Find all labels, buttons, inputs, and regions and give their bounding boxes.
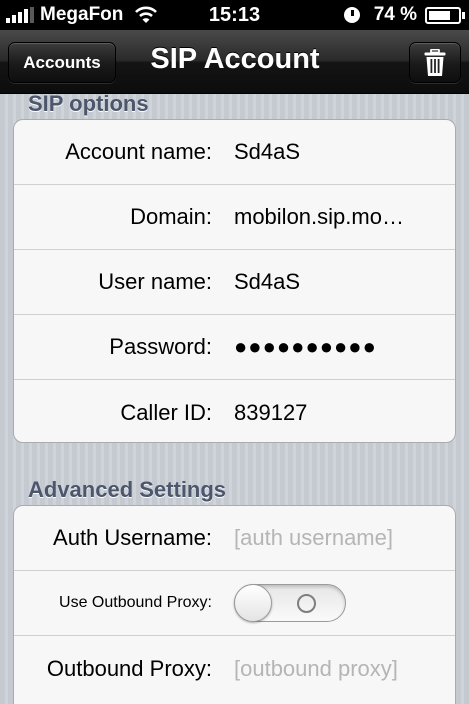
auth-username-row[interactable]: Auth Username: [auth username] [14, 506, 455, 571]
battery-fill [429, 10, 450, 20]
toggle-knob [234, 584, 272, 622]
account-name-row[interactable]: Account name: Sd4aS [14, 120, 455, 185]
toggle-off-icon [297, 594, 316, 613]
sip-options-header: SIP options [28, 91, 149, 116]
advanced-settings-header: Advanced Settings [28, 477, 227, 502]
user-name-row[interactable]: User name: Sd4aS [14, 250, 455, 315]
password-field[interactable]: ●●●●●●●●●● [234, 334, 434, 360]
navigation-bar: Accounts SIP Account [0, 30, 469, 94]
alarm-icon [343, 7, 360, 23]
account-name-field[interactable]: Sd4aS [234, 139, 434, 165]
caller-id-field[interactable]: 839127 [234, 400, 434, 426]
password-label: Password: [109, 334, 212, 359]
status-bar: MegaFon 15:13 74 % [0, 0, 469, 30]
caller-id-row[interactable]: Caller ID: 839127 [14, 380, 455, 442]
delete-account-button[interactable] [409, 42, 461, 83]
battery-icon [425, 6, 465, 24]
auth-username-label: Auth Username: [53, 525, 212, 550]
user-name-label: User name: [98, 269, 212, 294]
status-right: 74 % [343, 4, 465, 26]
domain-row[interactable]: Domain: mobilon.sip.mo… [14, 185, 455, 250]
battery-percent: 74 % [373, 4, 417, 25]
page-title: SIP Account [150, 43, 320, 75]
use-outbound-proxy-toggle[interactable] [234, 584, 346, 622]
use-outbound-proxy-label: Use Outbound Proxy: [59, 594, 212, 611]
use-outbound-proxy-row: Use Outbound Proxy: [14, 571, 455, 636]
outbound-proxy-row[interactable]: Outbound Proxy: [outbound proxy] [14, 636, 455, 701]
advanced-settings-group: Auth Username: [auth username] Use Outbo… [13, 505, 456, 704]
caller-id-label: Caller ID: [120, 399, 212, 425]
trash-icon [424, 48, 446, 76]
accounts-back-button[interactable]: Accounts [8, 42, 116, 83]
domain-field[interactable]: mobilon.sip.mo… [234, 204, 434, 230]
account-name-label: Account name: [65, 139, 212, 164]
auth-username-field[interactable]: [auth username] [234, 525, 434, 551]
domain-label: Domain: [130, 204, 212, 229]
outbound-proxy-field[interactable]: [outbound proxy] [234, 656, 434, 682]
password-row[interactable]: Password: ●●●●●●●●●● [14, 315, 455, 380]
outbound-proxy-label: Outbound Proxy: [46, 655, 212, 681]
user-name-field[interactable]: Sd4aS [234, 269, 434, 295]
sip-options-group: Account name: Sd4aS Domain: mobilon.sip.… [13, 119, 456, 443]
